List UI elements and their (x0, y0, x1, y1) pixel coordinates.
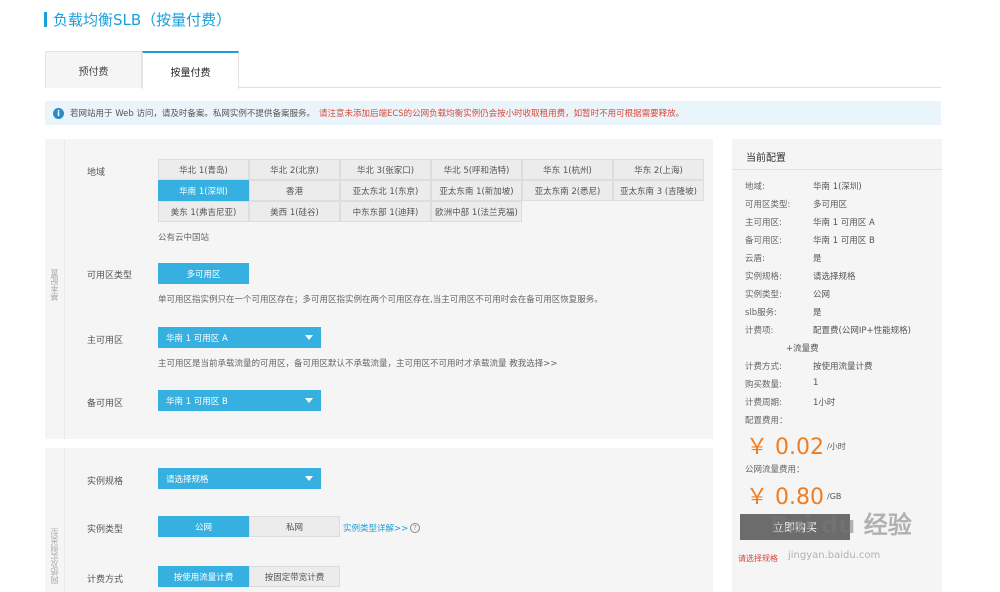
region-option[interactable]: 中东东部 1(迪拜) (340, 201, 431, 222)
primary-zone-label: 主可用区 (87, 336, 124, 346)
primary-zone-value: 华南 1 可用区 A (166, 333, 228, 344)
region-option[interactable]: 亚太东南 2(悉尼) (522, 180, 613, 201)
region-option[interactable]: 美东 1(弗吉尼亚) (158, 201, 249, 222)
config-extra-item: +流量费 (786, 344, 819, 354)
region-option[interactable]: 亚太东南 1(新加坡) (431, 180, 522, 201)
page-title: 负载均衡SLB（按量付费） (44, 10, 232, 29)
panel-title: 当前配置 (746, 153, 786, 164)
tab-prepaid[interactable]: 预付费 (45, 51, 142, 88)
config-value: 1小时 (813, 398, 836, 408)
chevron-down-icon (305, 476, 313, 481)
info-icon: i (53, 107, 64, 119)
config-value: 华南 1 可用区 B (813, 236, 875, 246)
config-value: 华南 1(深圳) (813, 182, 862, 192)
region-option[interactable]: 华北 5(呼和浩特) (431, 159, 522, 180)
primary-zone-hint: 主可用区是当前承载流量的可用区，备可用区默认不承载流量，主可用区不可用时才承载流… (158, 359, 558, 369)
region-footnote: 公有云中国站 (158, 233, 210, 243)
config-key: 购买数量: (745, 380, 782, 390)
tab-pay-as-you-go[interactable]: 按量付费 (142, 51, 239, 89)
region-option[interactable]: 亚太东南 3 (吉隆坡) (613, 180, 704, 201)
backup-zone-select[interactable]: 华南 1 可用区 B (158, 390, 321, 411)
zone-type-label: 可用区类型 (87, 271, 133, 281)
traffic-fee-unit: /GB (827, 492, 842, 501)
zone-type-option-selected[interactable]: 多可用区 (158, 263, 249, 284)
billing-by-bandwidth[interactable]: 按固定带宽计费 (249, 566, 340, 587)
backup-zone-label: 备可用区 (87, 399, 124, 409)
config-value: 请选择规格 (813, 272, 856, 282)
billing-label: 计费方式 (87, 575, 124, 585)
config-key: 地域: (745, 182, 765, 192)
spec-select[interactable]: 请选择规格 (158, 468, 321, 489)
traffic-fee-label: 公网流量费用： (745, 465, 805, 475)
instance-type-label: 实例类型 (87, 525, 124, 535)
config-key: 实例类型: (745, 290, 782, 300)
config-value: 华南 1 可用区 A (813, 218, 875, 228)
panel-divider (732, 169, 942, 170)
region-option[interactable]: 美西 1(硅谷) (249, 201, 340, 222)
config-value: 公网 (813, 290, 831, 300)
config-key: 计费项: (745, 326, 774, 336)
region-option[interactable]: 欧洲中部 1(法兰克福) (431, 201, 522, 222)
notice-text: 若网站用于 Web 访问，请及时备案。私网实例不提供备案服务。 (70, 109, 315, 119)
region-option[interactable]: 华北 1(青岛) (158, 159, 249, 180)
spec-label: 实例规格 (87, 477, 124, 487)
section-side-label: 基本配置 (45, 139, 65, 439)
config-key: 可用区类型: (745, 200, 791, 210)
config-value: 多可用区 (813, 200, 848, 210)
region-option[interactable]: 华北 3(张家口) (340, 159, 431, 180)
chevron-down-icon (305, 335, 313, 340)
config-value: 配置费(公网IP+性能规格) (813, 326, 911, 336)
watermark-url: jingyan.baidu.com (788, 550, 881, 561)
config-fee-label: 配置费用： (745, 416, 788, 426)
config-value: 是 (813, 254, 822, 264)
notice-bar: i 若网站用于 Web 访问，请及时备案。私网实例不提供备案服务。 请注意未添加… (45, 101, 941, 125)
config-value: 1 (813, 378, 819, 388)
config-key: 实例规格: (745, 272, 782, 282)
notice-warning-text: 请注意未添加后端ECS的公网负载均衡实例仍会按小时收取租用费，如暂时不用可根据需… (318, 109, 685, 119)
config-key: 备可用区: (745, 236, 782, 246)
network-instance-section: 网络及实例类型 实例规格 请选择规格 实例类型 公网 私网 实例类型详解>> ?… (45, 448, 713, 592)
backup-zone-value: 华南 1 可用区 B (166, 396, 228, 407)
region-option[interactable]: 香港 (249, 180, 340, 201)
config-key: slb服务: (745, 308, 778, 318)
chevron-down-icon (305, 398, 313, 403)
page-title-text: 负载均衡SLB（按量付费） (53, 10, 232, 29)
region-label: 地域 (87, 168, 106, 178)
instance-type-detail-link[interactable]: 实例类型详解>> (343, 522, 408, 534)
config-key: 云盾: (745, 254, 765, 264)
region-option[interactable]: 亚太东北 1(东京) (340, 180, 431, 201)
region-option[interactable]: 华东 2(上海) (613, 159, 704, 180)
region-option[interactable]: 华东 1(杭州) (522, 159, 613, 180)
config-key: 主可用区: (745, 218, 782, 228)
instance-type-public[interactable]: 公网 (158, 516, 249, 537)
help-icon[interactable]: ? (410, 523, 420, 533)
config-key: 计费周期: (745, 398, 782, 408)
primary-zone-select[interactable]: 华南 1 可用区 A (158, 327, 321, 348)
config-fee-unit: /小时 (827, 442, 846, 451)
config-fee-price: ￥ 0.02 (746, 435, 824, 460)
instance-type-private[interactable]: 私网 (249, 516, 340, 537)
section-side-label: 网络及实例类型 (45, 448, 65, 592)
spec-warning: 请选择规格 (738, 554, 778, 563)
watermark-logo: Bai du 经验 (770, 511, 912, 539)
spec-value: 请选择规格 (166, 474, 209, 485)
zone-type-hint: 单可用区指实例只在一个可用区存在；多可用区指实例在两个可用区存在,当主可用区不可… (158, 295, 603, 305)
billing-by-traffic[interactable]: 按使用流量计费 (158, 566, 249, 587)
config-value: 按使用流量计费 (813, 362, 873, 372)
config-value: 是 (813, 308, 822, 318)
title-accent-bar (44, 11, 47, 27)
config-key: 计费方式: (745, 362, 782, 372)
basic-config-section: 基本配置 地域 华北 1(青岛) 华北 2(北京) 华北 3(张家口) 华北 5… (45, 139, 713, 439)
billing-tabs: 预付费 按量付费 (45, 51, 941, 89)
region-option[interactable]: 华北 2(北京) (249, 159, 340, 180)
region-option-selected[interactable]: 华南 1(深圳) (158, 180, 249, 201)
